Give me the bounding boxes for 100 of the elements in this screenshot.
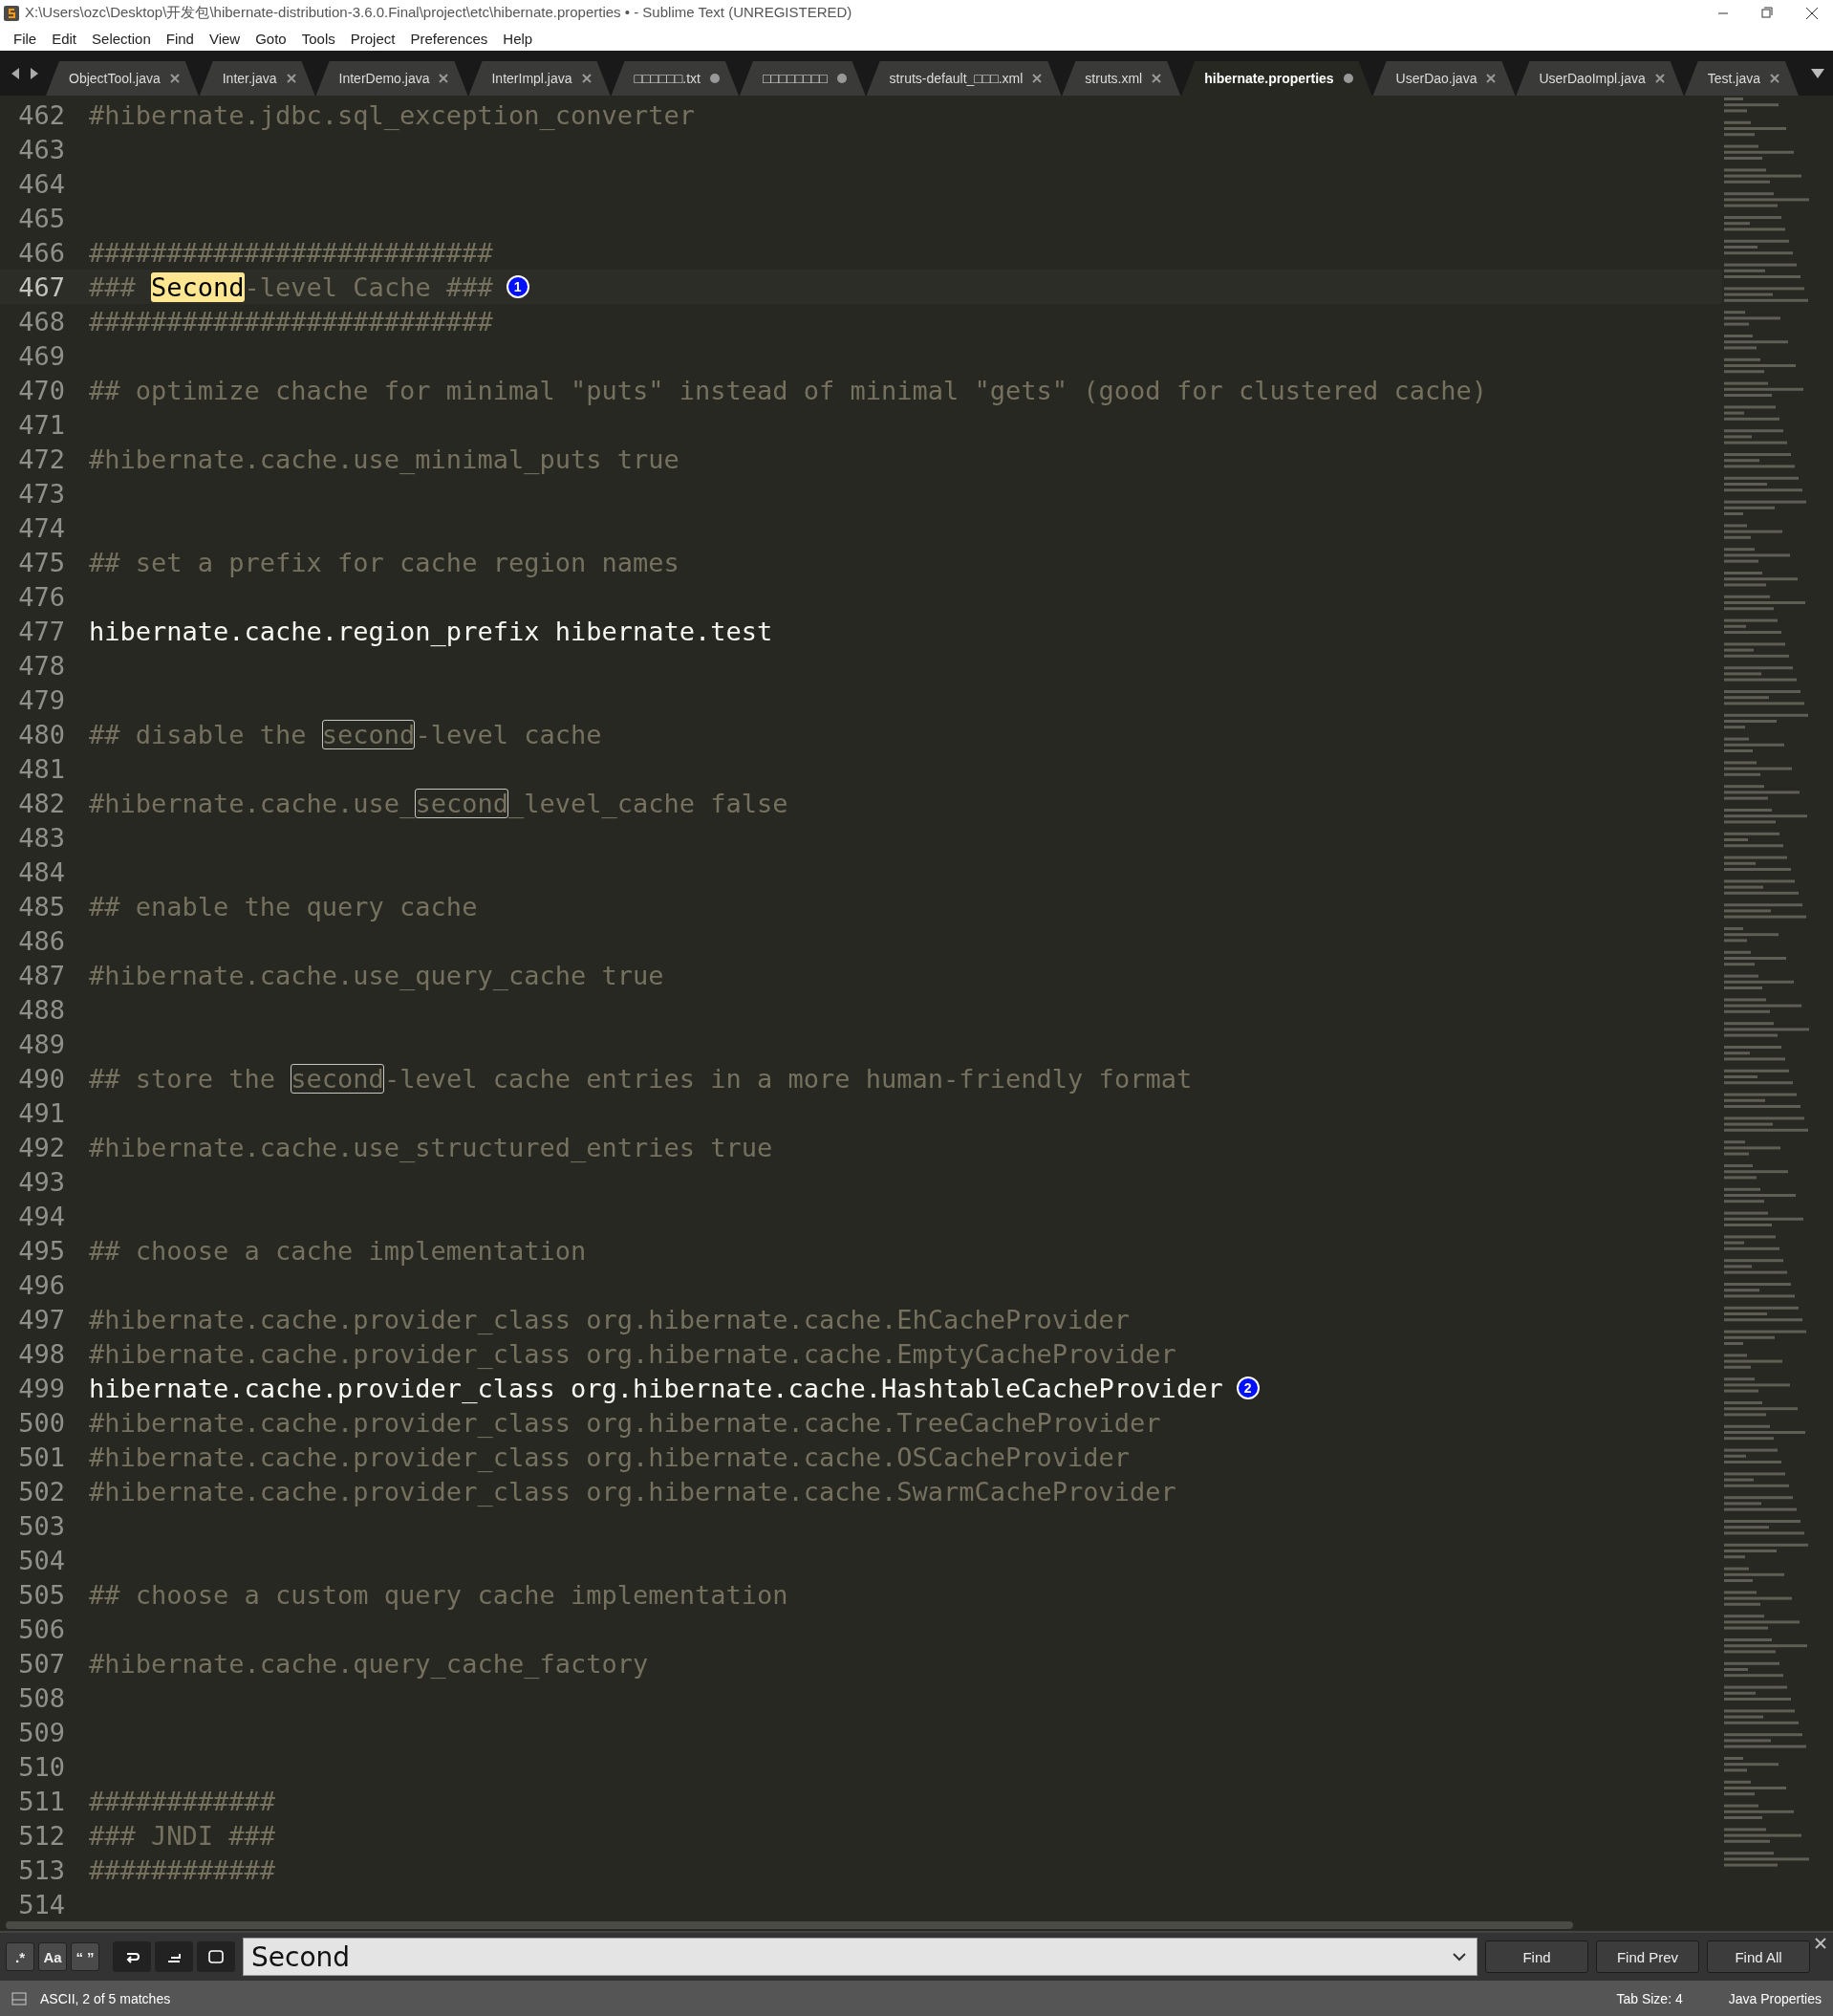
code-line: #hibernate.cache.provider_class org.hibernate.cache.EmptyCacheProvider <box>89 1338 1176 1369</box>
line-number: 467 <box>17 271 65 302</box>
code-line: ########################## <box>89 237 493 268</box>
line-number: 514 <box>17 1889 65 1919</box>
tab-size[interactable]: Tab Size: 4 <box>1616 1990 1683 2006</box>
line-number: 508 <box>17 1682 65 1713</box>
line-number: 466 <box>17 237 65 268</box>
rounded-square-icon <box>207 1948 225 1965</box>
scrollbar[interactable] <box>6 1921 1573 1929</box>
search-field[interactable]: Second <box>243 1938 1477 1976</box>
file-tab[interactable]: UserDao.java <box>1372 61 1516 96</box>
number-badge: 1 <box>506 275 529 298</box>
code-line: ## disable the second-level cache <box>89 719 602 749</box>
line-number: 490 <box>17 1063 65 1094</box>
code-line: ########################## <box>89 306 493 336</box>
file-tab[interactable]: struts-default_□□□.xml <box>866 61 1062 96</box>
menu-item[interactable]: Find <box>158 30 202 47</box>
line-number: 512 <box>17 1820 65 1851</box>
status-message: ASCII, 2 of 5 matches <box>40 1990 171 2006</box>
file-tab[interactable]: InterDemo.java <box>315 61 468 96</box>
code-line: #hibernate.cache.use_minimal_puts true <box>89 444 679 474</box>
line-number: 510 <box>17 1751 65 1782</box>
syntax-label[interactable]: Java Properties <box>1728 1990 1822 2006</box>
menu-item[interactable]: Project <box>342 30 403 47</box>
panel-icon[interactable] <box>11 1991 27 2005</box>
unsaved-dot-icon <box>709 74 720 83</box>
file-tab[interactable]: □□□□□□□□ <box>739 61 866 96</box>
line-number: 482 <box>17 788 65 818</box>
file-tab[interactable]: hibernate.properties <box>1181 61 1372 96</box>
line-number: 497 <box>17 1304 65 1334</box>
line-number: 485 <box>17 891 65 921</box>
menu-item[interactable]: Preferences <box>402 30 496 47</box>
menu-item[interactable]: View <box>201 30 248 47</box>
code-line: ## choose a cache implementation <box>89 1235 587 1266</box>
find-button[interactable]: Find <box>1485 1940 1588 1973</box>
window-title: X:\Users\ozc\Desktop\开发包\hibernate-distribution-3.6.0.Final\project\etc\hibernate.properties • - Sublime Text (UNREGISTERED) <box>25 4 853 22</box>
file-tab[interactable]: □□□□□□.txt <box>611 61 739 96</box>
option-toggle[interactable]: .* <box>6 1942 34 1971</box>
code-line: hibernate.cache.region_prefix hibernate.test <box>89 616 773 646</box>
code-line: ### JNDI ### <box>89 1820 276 1851</box>
file-tab[interactable]: struts.xml <box>1062 61 1181 96</box>
menu-item[interactable]: Edit <box>44 30 85 47</box>
wrap-toggle[interactable] <box>113 1941 151 1972</box>
code-line: ## optimize chache for minimal "puts" instead of minimal "gets" (good for clustered cache) <box>89 375 1487 405</box>
line-number: 480 <box>17 719 65 749</box>
code-line: #hibernate.cache.provider_class org.hibernate.cache.OSCacheProvider <box>89 1442 1131 1472</box>
line-number: 462 <box>17 99 65 130</box>
code-line: #hibernate.cache.query_cache_factory <box>89 1648 649 1679</box>
app-icon <box>4 5 19 21</box>
line-number: 489 <box>17 1029 65 1059</box>
menu-item[interactable]: File <box>6 30 45 47</box>
code-line: ## store the second-level cache entries in a more human-friendly format <box>89 1063 1193 1094</box>
line-number: 473 <box>17 478 65 509</box>
file-tab[interactable]: ObjectTool.java <box>46 61 199 96</box>
line-number: 502 <box>17 1476 65 1507</box>
find-button[interactable]: Find Prev <box>1596 1940 1699 1973</box>
line-number: 496 <box>17 1269 65 1300</box>
line-number: 483 <box>17 822 65 853</box>
find-button[interactable]: Find All <box>1707 1940 1810 1973</box>
code-line: #hibernate.cache.provider_class org.hibernate.cache.EhCacheProvider <box>89 1304 1131 1334</box>
menu-item[interactable]: Tools <box>293 30 343 47</box>
line-number: 463 <box>17 134 65 164</box>
close-icon[interactable] <box>1814 1937 1827 1950</box>
file-tab[interactable]: Test.java <box>1684 61 1799 96</box>
line-number: 499 <box>17 1373 65 1403</box>
line-number: 472 <box>17 444 65 474</box>
line-number: 464 <box>17 168 65 199</box>
unsaved-dot-icon <box>1343 74 1353 83</box>
file-tab[interactable]: InterImpl.java <box>468 61 611 96</box>
code-line: hibernate.cache.provider_class org.hibernate.cache.HashtableCacheProvider <box>89 1373 1223 1403</box>
file-tab[interactable]: Inter.java <box>199 61 315 96</box>
highlight-toggle[interactable] <box>197 1941 235 1972</box>
line-number: 476 <box>17 581 65 612</box>
menu-item[interactable]: Goto <box>248 30 294 47</box>
line-number: 495 <box>17 1235 65 1266</box>
in-selection-toggle[interactable] <box>155 1941 193 1972</box>
menu-item[interactable]: Help <box>495 30 541 47</box>
line-number: 475 <box>17 547 65 577</box>
code-line: #hibernate.cache.use_structured_entries true <box>89 1132 773 1162</box>
line-number: 465 <box>17 203 65 233</box>
menu-item[interactable]: Selection <box>84 30 159 47</box>
number-badge: 2 <box>1236 1377 1260 1399</box>
line-number: 486 <box>17 925 65 956</box>
line-number: 470 <box>17 375 65 405</box>
line-number: 501 <box>17 1442 65 1472</box>
code-line: #hibernate.cache.provider_class org.hibernate.cache.SwarmCacheProvider <box>89 1476 1176 1507</box>
line-number: 493 <box>17 1166 65 1197</box>
line-number: 479 <box>17 684 65 715</box>
line-number: 500 <box>17 1407 65 1438</box>
line-number: 484 <box>17 856 65 887</box>
option-toggle[interactable]: Aa <box>38 1942 67 1971</box>
option-toggle[interactable]: “ ” <box>71 1942 99 1971</box>
code-line: ## set a prefix for cache region names <box>89 547 679 577</box>
line-number: 469 <box>17 340 65 371</box>
line-number: 509 <box>17 1717 65 1747</box>
file-tab[interactable]: UserDaoImpl.java <box>1516 61 1684 96</box>
line-number: 488 <box>17 994 65 1025</box>
code-line: ############ <box>89 1786 276 1816</box>
line-number: 491 <box>17 1097 65 1128</box>
line-number: 478 <box>17 650 65 681</box>
